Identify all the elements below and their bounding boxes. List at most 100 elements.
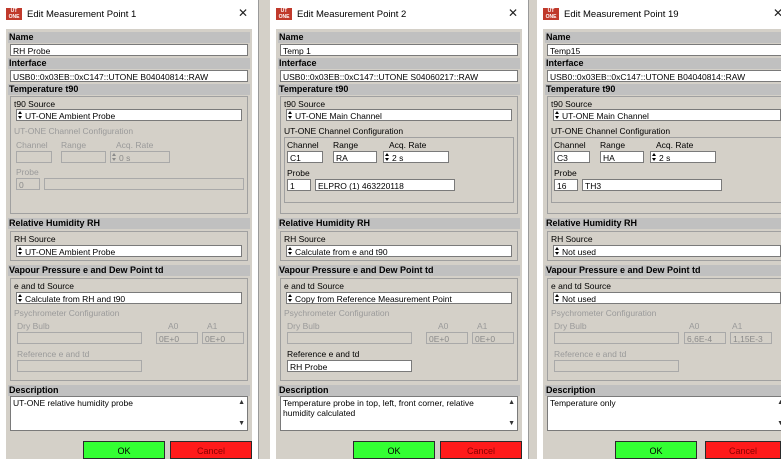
scroll-down-icon[interactable]: ▼ [238,419,245,429]
etd-source-select[interactable]: Calculate from RH and t90 [16,292,242,304]
acq-rate-field[interactable]: 2 s [650,151,716,163]
channel-config-label: UT-ONE Channel Configuration [284,126,404,136]
close-icon[interactable]: ✕ [773,7,781,19]
dialog-1: UT ONE Edit Measurement Point 1 ✕ Name R… [0,0,259,459]
t90-source-label: t90 Source [284,99,326,109]
a0-field[interactable]: 6,6E-4 [684,332,726,344]
probe-number-field[interactable]: 1 [287,179,311,191]
spinner-arrows-icon [288,247,293,256]
a0-field[interactable]: 0E+0 [156,332,198,344]
channel-field[interactable] [16,151,52,163]
scroll-up-icon[interactable]: ▲ [777,398,781,408]
name-field[interactable]: Temp15 [547,44,781,56]
etd-source-select[interactable]: Not used [553,292,781,304]
interface-field[interactable]: USB0::0x03EB::0xC147::UTONE B04040814::R… [547,70,781,82]
spinner-arrows-icon [555,247,560,256]
t90-source-select[interactable]: UT-ONE Ambient Probe [16,109,242,121]
vp-heading: Vapour Pressure e and Dew Point td [545,265,781,276]
etd-source-value: Not used [562,294,597,304]
probe-label: Probe [287,168,310,178]
rh-source-value: Calculate from e and t90 [295,247,388,257]
a0-label: A0 [689,321,700,331]
ref-label: Reference e and td [554,349,627,359]
range-field[interactable]: RA [333,151,377,163]
rh-group: RH Source Calculate from e and t90 [280,231,518,261]
range-field[interactable]: HA [600,151,644,163]
name-field[interactable]: Temp 1 [280,44,518,56]
name-field[interactable]: RH Probe [10,44,248,56]
cancel-button[interactable]: Cancel [170,441,252,459]
channel-field[interactable]: C3 [554,151,590,163]
scroll-up-icon[interactable]: ▲ [238,398,245,408]
rh-source-select[interactable]: Not used [553,245,781,257]
acq-rate-field[interactable]: 2 s [383,151,449,163]
a0-field[interactable]: 0E+0 [426,332,468,344]
rh-source-label: RH Source [14,234,56,244]
spinner-arrows-icon [288,294,293,303]
name-heading: Name [545,32,781,43]
probe-name-field[interactable]: ELPRO (1) 463220118 [315,179,455,191]
probe-name-field[interactable]: TH3 [582,179,722,191]
acq-rate-value: 2 s [659,153,671,163]
t90-source-select[interactable]: UT-ONE Main Channel [286,109,512,121]
t90-source-value: UT-ONE Main Channel [295,111,382,121]
title-bar[interactable]: UT ONE Edit Measurement Point 2 ✕ [270,0,528,28]
a1-field[interactable]: 0E+0 [202,332,244,344]
spinner-arrows-icon [288,111,293,120]
scroll-up-icon[interactable]: ▲ [508,398,515,408]
range-field[interactable] [61,151,106,163]
spinner-arrows-icon [18,294,23,303]
cancel-button[interactable]: Cancel [705,441,781,459]
a0-label: A0 [438,321,449,331]
spinner-arrows-icon [18,111,23,120]
rh-source-select[interactable]: Calculate from e and t90 [286,245,512,257]
t90-source-label: t90 Source [14,99,56,109]
rh-heading: Relative Humidity RH [278,218,520,229]
description-textarea[interactable]: Temperature probe in top, left, front co… [280,396,518,431]
t90-group: t90 Source UT-ONE Main Channel UT-ONE Ch… [547,96,781,214]
ref-field[interactable]: RH Probe [287,360,412,372]
channel-config-label: UT-ONE Channel Configuration [551,126,671,136]
app-icon: UT ONE [543,8,559,20]
rh-source-select[interactable]: UT-ONE Ambient Probe [16,245,242,257]
scroll-down-icon[interactable]: ▼ [508,419,515,429]
t90-source-select[interactable]: UT-ONE Main Channel [553,109,781,121]
dry-bulb-field[interactable] [17,332,142,344]
a1-field[interactable]: 0E+0 [472,332,514,344]
dry-bulb-field[interactable] [287,332,412,344]
dialog-content: Name RH Probe Interface USB0::0x03EB::0x… [6,29,252,459]
ref-field[interactable] [554,360,679,372]
channel-config-label: UT-ONE Channel Configuration [14,126,134,136]
ok-button[interactable]: OK [83,441,165,459]
close-icon[interactable]: ✕ [508,7,518,19]
interface-heading: Interface [545,58,781,69]
scroll-down-icon[interactable]: ▼ [777,419,781,429]
app-icon: UT ONE [6,8,22,20]
spinner-arrows-icon [112,153,117,162]
interface-field[interactable]: USB0::0x03EB::0xC147::UTONE S04060217::R… [280,70,518,82]
etd-source-value: Calculate from RH and t90 [25,294,126,304]
psy-config-label: Psychrometer Configuration [14,308,120,318]
dry-bulb-field[interactable] [554,332,679,344]
cancel-button[interactable]: Cancel [440,441,522,459]
description-textarea[interactable]: UT-ONE relative humidity probe ▲ ▼ [10,396,248,431]
interface-field[interactable]: USB0::0x03EB::0xC147::UTONE B04040814::R… [10,70,248,82]
a1-field[interactable]: 1,15E-3 [730,332,772,344]
probe-name-field[interactable] [44,178,244,190]
ok-button[interactable]: OK [615,441,697,459]
channel-label: Channel [16,140,48,150]
etd-source-select[interactable]: Copy from Reference Measurement Point [286,292,512,304]
t90-source-value: UT-ONE Main Channel [562,111,649,121]
probe-number-field[interactable]: 0 [16,178,40,190]
channel-field[interactable]: C1 [287,151,323,163]
ok-button[interactable]: OK [353,441,435,459]
description-textarea[interactable]: Temperature only ▲ ▼ [547,396,781,431]
close-icon[interactable]: ✕ [238,7,248,19]
title-bar[interactable]: UT ONE Edit Measurement Point 19 ✕ [537,0,781,28]
title-bar[interactable]: UT ONE Edit Measurement Point 1 ✕ [0,0,258,28]
acq-rate-field[interactable]: 0 s [110,151,170,163]
ref-field[interactable] [17,360,142,372]
probe-number-field[interactable]: 16 [554,179,578,191]
etd-source-label: e and td Source [14,281,75,291]
rh-source-label: RH Source [551,234,593,244]
